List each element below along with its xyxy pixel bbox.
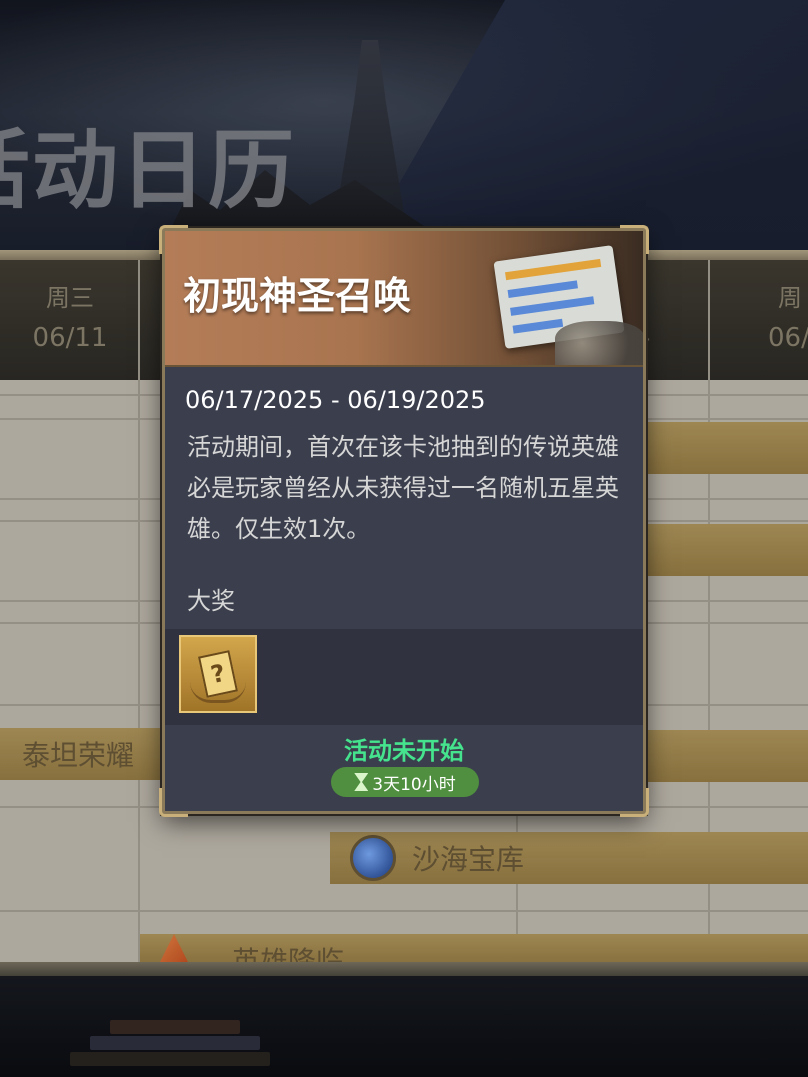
event-detail-popup: 初现神圣召唤 06/17/2025 - 06/19/2025 活动期间，首次在该…: [159, 225, 649, 817]
corner-ornament: [620, 788, 649, 817]
laurel-icon: [190, 682, 246, 703]
popup-title: 初现神圣召唤: [183, 274, 412, 318]
event-date-range: 06/17/2025 - 06/19/2025: [185, 386, 486, 414]
prize-label: 大奖: [187, 587, 235, 615]
countdown-badge: 3天10小时: [331, 767, 479, 797]
countdown-text: 3天10小时: [372, 774, 456, 795]
corner-ornament: [159, 788, 188, 817]
rubble-decoration: [555, 321, 643, 365]
event-status: 活动未开始: [344, 737, 464, 765]
event-description: 活动期间，首次在该卡池抽到的传说英雄必是玩家曾经从未获得过一名随机五星英雄。仅生…: [187, 433, 619, 543]
hourglass-icon: [354, 773, 369, 791]
mystery-hero-card-icon[interactable]: ?: [179, 635, 257, 713]
popup-header: 初现神圣召唤: [165, 231, 643, 367]
reward-strip: ?: [165, 629, 643, 725]
